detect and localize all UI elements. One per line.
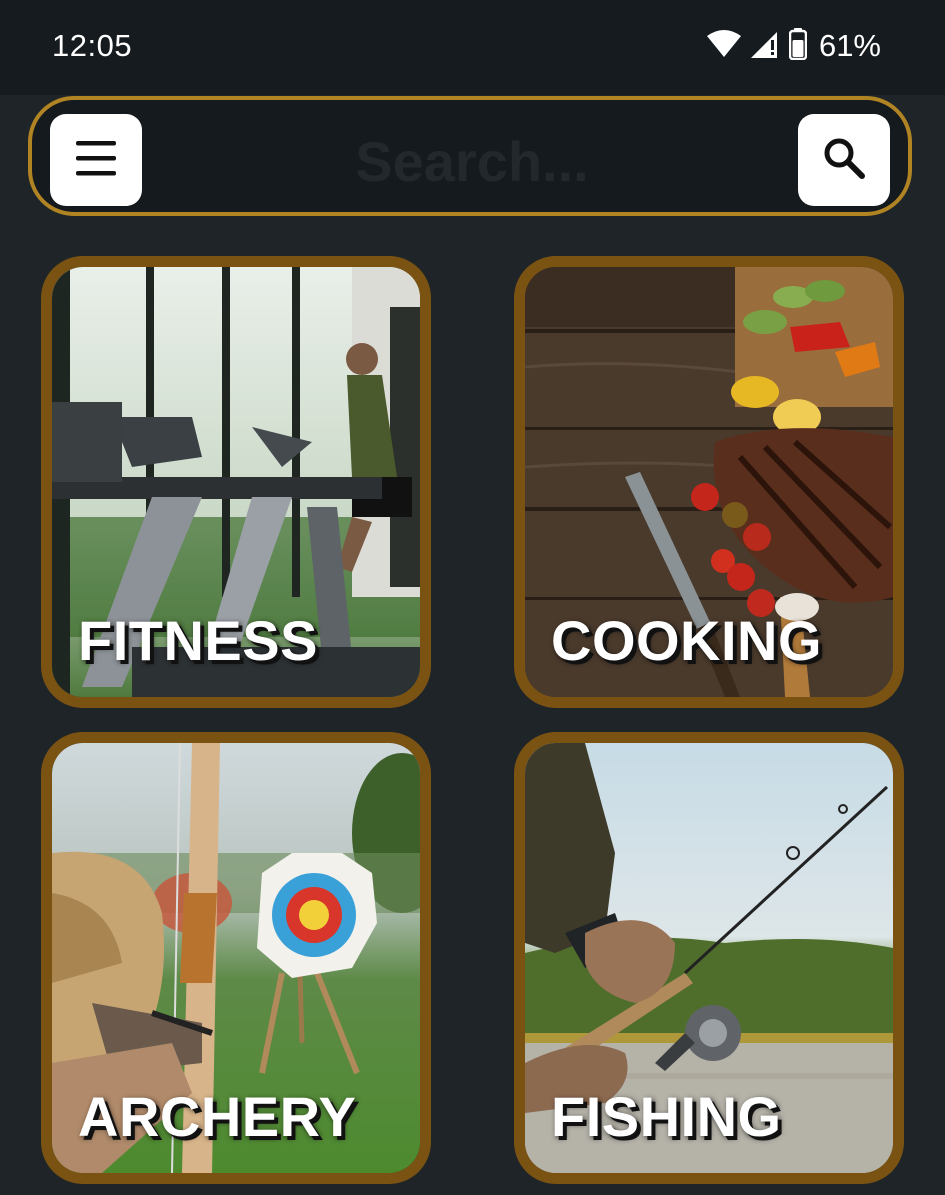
category-card-archery[interactable]: ARCHERY bbox=[41, 732, 431, 1184]
category-card-fishing[interactable]: FISHING bbox=[514, 732, 904, 1184]
app-screen: 12:05 61% Search... FITNESS COOKING ARCH… bbox=[0, 0, 945, 1195]
category-card-cooking[interactable]: COOKING bbox=[514, 256, 904, 708]
magnifier-icon bbox=[822, 136, 866, 185]
search-input[interactable] bbox=[162, 114, 782, 208]
category-label: COOKING bbox=[551, 609, 823, 672]
wifi-icon bbox=[706, 29, 741, 63]
category-label: ARCHERY bbox=[78, 1085, 357, 1148]
menu-button[interactable] bbox=[50, 114, 142, 206]
hamburger-menu-icon bbox=[74, 138, 118, 183]
status-time: 12:05 bbox=[52, 28, 133, 63]
search-button[interactable] bbox=[798, 114, 890, 206]
status-icons: 61% bbox=[706, 26, 881, 66]
category-label: FISHING bbox=[551, 1085, 782, 1148]
search-bar bbox=[28, 96, 912, 216]
cellular-signal-icon bbox=[749, 29, 781, 64]
battery-percent: 61% bbox=[818, 28, 881, 63]
status-bar: 12:05 61% bbox=[0, 0, 945, 95]
category-card-fitness[interactable]: FITNESS bbox=[41, 256, 431, 708]
battery-icon bbox=[788, 27, 808, 65]
category-label: FITNESS bbox=[78, 609, 318, 672]
